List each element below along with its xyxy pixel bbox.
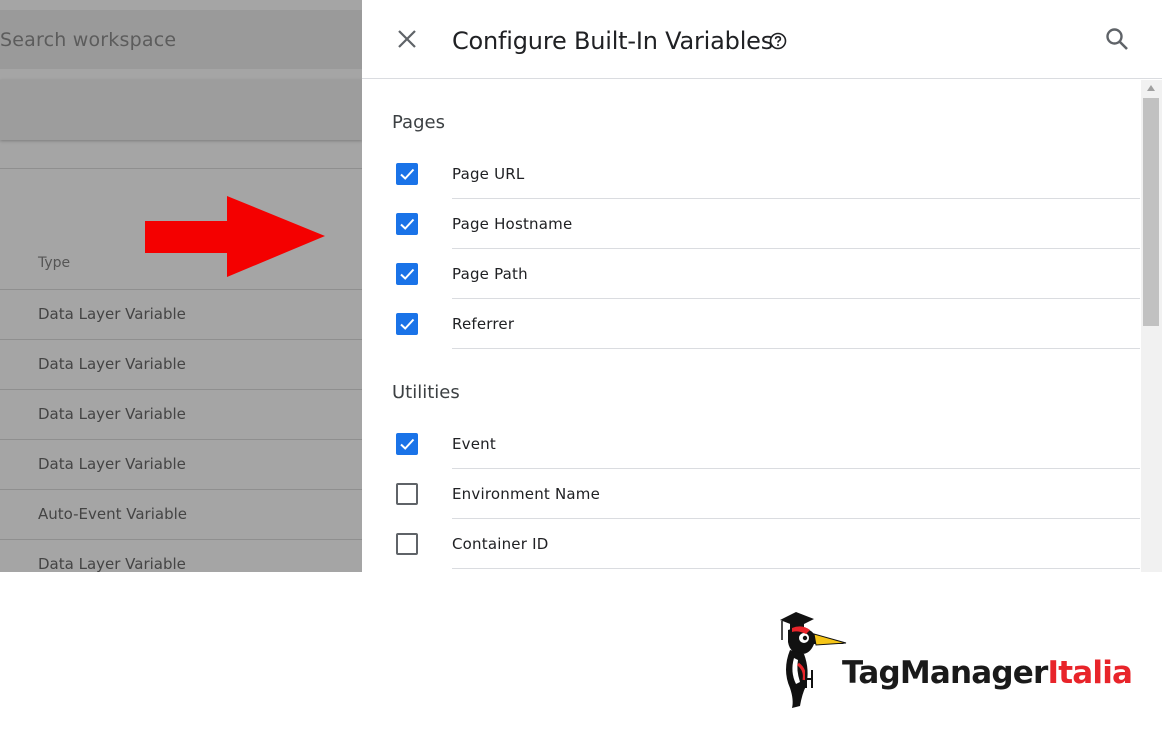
table-row[interactable]: Data Layer Variable [0,339,362,389]
screen: Search workspace Type Data Layer Variabl… [0,0,1162,572]
variable-label: Page Path [452,265,528,283]
checkbox-icon [400,438,415,450]
table-row[interactable]: Data Layer Variable [0,539,362,572]
checkbox-checked[interactable] [396,163,418,185]
variable-row-page-path[interactable]: Page Path [362,249,1142,299]
checkbox-checked[interactable] [396,263,418,285]
checkbox-icon [400,318,415,330]
arrow-right-icon [145,196,325,277]
close-icon[interactable] [396,28,418,50]
checkbox-checked[interactable] [396,313,418,335]
checkbox-checked[interactable] [396,213,418,235]
variable-row-page-hostname[interactable]: Page Hostname [362,199,1142,249]
logo-text-italia: Italia [1047,655,1133,691]
variable-label: Environment Name [452,485,600,503]
workspace-background: Search workspace Type Data Layer Variabl… [0,0,362,572]
section-title-pages: Pages [392,112,445,133]
scrollbar-thumb[interactable] [1143,98,1159,326]
section-title-utilities: Utilities [392,382,460,403]
scroll-up-icon[interactable] [1146,84,1156,92]
variable-label: Page Hostname [452,215,573,233]
checkbox-icon [400,268,415,280]
divider [0,168,362,169]
type-cell: Data Layer Variable [38,355,186,373]
type-cell: Data Layer Variable [38,455,186,473]
checkbox-unchecked[interactable] [396,483,418,505]
variable-row-referrer[interactable]: Referrer [362,299,1142,349]
configure-built-in-variables-panel: Configure Built-In Variables Pages Page … [362,0,1162,572]
type-cell: Data Layer Variable [38,405,186,423]
panel-header: Configure Built-In Variables [362,0,1162,79]
type-cell: Auto-Event Variable [38,505,187,523]
panel-title: Configure Built-In Variables [452,27,774,55]
type-cell: Data Layer Variable [38,555,186,572]
table-row[interactable]: Data Layer Variable [0,389,362,439]
table-row[interactable]: Data Layer Variable [0,439,362,489]
variable-row-event[interactable]: Event [362,419,1142,469]
help-icon[interactable] [769,32,787,50]
variable-row-environment-name[interactable]: Environment Name [362,469,1142,519]
woodpecker-logo-icon [780,612,847,708]
logo-text-tagmanager: TagManager [842,655,1048,691]
checkbox-icon [400,168,415,180]
type-cell: Data Layer Variable [38,305,186,323]
table-row[interactable]: Data Layer Variable [0,289,362,339]
tagmanageritalia-logo: TagManagerItalia [776,610,1133,710]
row-divider [452,568,1140,569]
checkbox-icon [400,218,415,230]
workspace-toolbar [0,80,362,140]
workspace-search-placeholder: Search workspace [0,29,177,51]
logo-wordmark: TagManagerItalia [842,655,1133,691]
variable-label: Container ID [452,535,549,553]
variable-label: Event [452,435,496,453]
table-row[interactable]: Auto-Event Variable [0,489,362,539]
variable-row-container-id[interactable]: Container ID [362,519,1142,569]
type-column-header: Type [38,255,71,271]
checkbox-checked[interactable] [396,433,418,455]
checkbox-unchecked[interactable] [396,533,418,555]
search-icon[interactable] [1104,26,1130,52]
variable-label: Page URL [452,165,525,183]
variable-row-page-url[interactable]: Page URL [362,149,1142,199]
variable-label: Referrer [452,315,515,333]
row-divider [452,348,1140,349]
